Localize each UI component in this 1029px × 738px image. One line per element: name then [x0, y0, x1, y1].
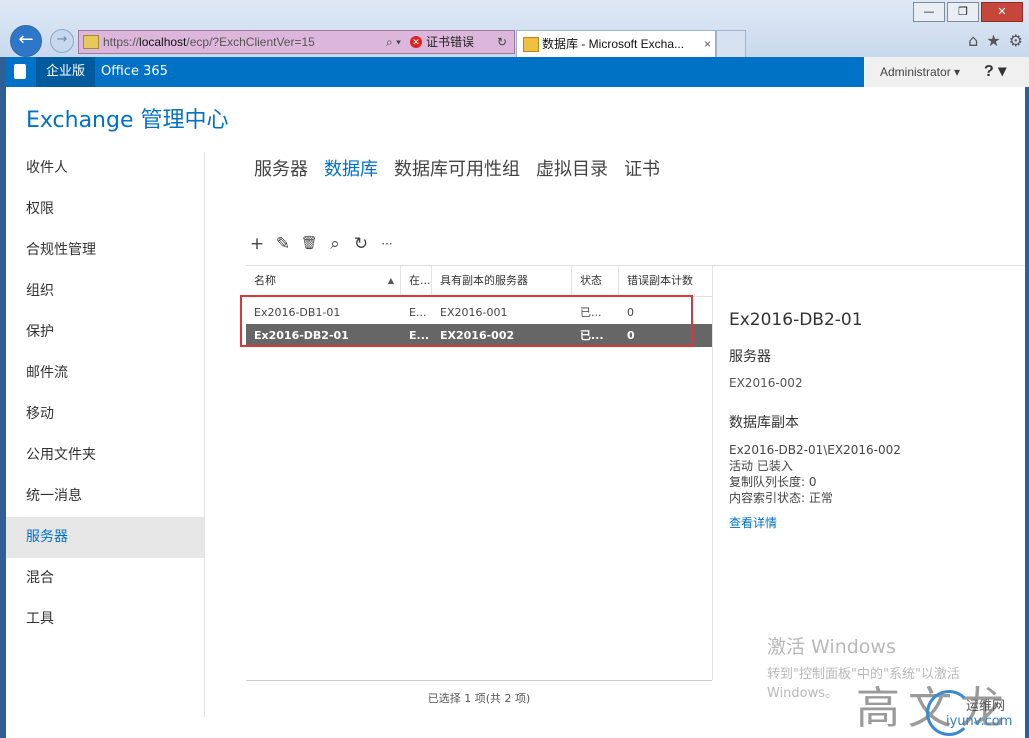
left-nav: 收件人 权限 合规性管理 组织 保护 邮件流 移动 公用文件夹 统一消息 服务器…: [6, 148, 205, 640]
nav-item-unified-messaging[interactable]: 统一消息: [6, 476, 205, 517]
new-tab-button[interactable]: [716, 30, 746, 57]
details-copy-line: 活动 已装入: [729, 459, 793, 473]
tab-dag[interactable]: 数据库可用性组: [394, 155, 520, 181]
refresh-icon[interactable]: ↻: [352, 234, 370, 254]
favorites-star-icon[interactable]: ★: [986, 31, 1000, 50]
maximize-button[interactable]: ❐: [947, 2, 979, 22]
nav-item-organization[interactable]: 组织: [6, 271, 205, 312]
edit-icon[interactable]: ✎: [274, 234, 292, 254]
cert-error-label[interactable]: 证书错误: [426, 31, 474, 53]
details-copy-line: Ex2016-DB2-01\EX2016-002: [729, 443, 901, 457]
activate-title: 激活 Windows: [767, 636, 896, 658]
minimize-button[interactable]: —: [913, 2, 945, 22]
nav-item-tools[interactable]: 工具: [6, 599, 205, 640]
office-logo-icon: [14, 64, 26, 79]
sub-tabs: 服务器 数据库 数据库可用性组 虚拟目录 证书: [254, 155, 660, 181]
details-copy-line: 复制队列长度: 0: [729, 475, 817, 489]
app-title: Exchange 管理中心: [26, 108, 229, 133]
details-copies-label: 数据库副本: [729, 415, 799, 431]
site-name-cn: 运维网: [966, 699, 1006, 714]
page-icon: [83, 35, 99, 49]
close-window-button[interactable]: ✕: [981, 2, 1023, 22]
more-icon[interactable]: ···: [378, 234, 396, 254]
database-table: 名称 ▲ 在... 具有副本的服务器 状态 错误副本计数 Ex2016-DB1-0…: [246, 265, 712, 347]
office365-link[interactable]: Office 365: [101, 57, 168, 87]
forward-button[interactable]: →: [50, 29, 74, 53]
details-top-line: [712, 265, 1025, 266]
nav-item-recipients[interactable]: 收件人: [6, 148, 205, 189]
nav-item-mail-flow[interactable]: 邮件流: [6, 353, 205, 394]
col-header-status[interactable]: 状态: [572, 266, 619, 296]
nav-item-permissions[interactable]: 权限: [6, 189, 205, 230]
window-frame-right: [1025, 57, 1029, 738]
search-icon[interactable]: ⌕ ▾: [386, 31, 401, 53]
nav-item-hybrid[interactable]: 混合: [6, 558, 205, 599]
tab-certificates[interactable]: 证书: [624, 155, 660, 181]
tab-favicon: [523, 37, 539, 52]
tab-databases[interactable]: 数据库: [324, 155, 378, 181]
selection-status: 已选择 1 项(共 2 项): [427, 692, 531, 705]
refresh-icon[interactable]: ↻: [497, 31, 507, 53]
site-watermark: 运维网 iyunv.com: [930, 695, 1012, 729]
nav-item-servers[interactable]: 服务器: [6, 517, 205, 558]
browser-tools: ⌂ ★ ⚙: [968, 31, 1023, 50]
enterprise-link[interactable]: 企业版: [36, 57, 96, 87]
details-pane: Ex2016-DB2-01 服务器 EX2016-002 数据库副本 Ex201…: [729, 310, 1009, 531]
browser-tab[interactable]: 数据库 - Microsoft Excha... ×: [516, 30, 716, 57]
nav-item-compliance[interactable]: 合规性管理: [6, 230, 205, 271]
table-footer-line: [246, 680, 712, 681]
details-copy-line: 内容索引状态: 正常: [729, 491, 833, 505]
nav-divider: [204, 152, 205, 717]
action-toolbar: + ✎ 🗑 ⌕ ↻ ···: [248, 234, 396, 254]
view-details-link[interactable]: 查看详情: [729, 514, 1009, 531]
col-header-servers[interactable]: 具有副本的服务器: [432, 266, 572, 296]
user-menu[interactable]: Administrator ▾: [880, 57, 960, 87]
user-bar: Administrator ▾ ? ▾: [864, 57, 1029, 87]
window-controls: — ❐ ✕: [913, 2, 1023, 22]
details-title: Ex2016-DB2-01: [729, 310, 863, 330]
address-bar[interactable]: https://localhost/ecp/?ExchClientVer=15 …: [78, 30, 515, 54]
back-button[interactable]: ←: [10, 25, 42, 57]
tab-close-icon[interactable]: ×: [704, 31, 711, 57]
col-header-mounted-on[interactable]: 在...: [401, 266, 432, 296]
settings-gear-icon[interactable]: ⚙: [1009, 31, 1023, 50]
add-icon[interactable]: +: [248, 234, 266, 254]
site-url: iyunv.com: [946, 714, 1013, 729]
search-icon[interactable]: ⌕: [326, 234, 344, 254]
browser-chrome: — ❐ ✕ ← → https://localhost/ecp/?ExchCli…: [0, 0, 1029, 58]
table-header: 名称 ▲ 在... 具有副本的服务器 状态 错误副本计数: [246, 265, 712, 297]
details-server-value: EX2016-002: [729, 376, 803, 390]
url-text: https://localhost/ecp/?ExchClientVer=15: [103, 35, 315, 49]
highlight-box: [240, 295, 693, 347]
tab-virtual-directories[interactable]: 虚拟目录: [536, 155, 608, 181]
col-header-name[interactable]: 名称 ▲: [246, 266, 401, 296]
office-top-bar: 企业版 Office 365: [6, 57, 864, 87]
nav-item-mobile[interactable]: 移动: [6, 394, 205, 435]
details-divider: [712, 265, 713, 680]
cert-error-icon: ✕: [410, 36, 422, 48]
help-menu[interactable]: ? ▾: [984, 57, 1006, 87]
details-server-label: 服务器: [729, 349, 771, 365]
nav-item-public-folders[interactable]: 公用文件夹: [6, 435, 205, 476]
sort-asc-icon: ▲: [387, 276, 394, 285]
col-header-bad-copy-count[interactable]: 错误副本计数: [619, 266, 712, 296]
delete-icon[interactable]: 🗑: [300, 234, 318, 254]
home-icon[interactable]: ⌂: [968, 31, 978, 50]
tab-title: 数据库 - Microsoft Excha...: [542, 37, 685, 51]
nav-item-protection[interactable]: 保护: [6, 312, 205, 353]
tab-servers[interactable]: 服务器: [254, 155, 308, 181]
